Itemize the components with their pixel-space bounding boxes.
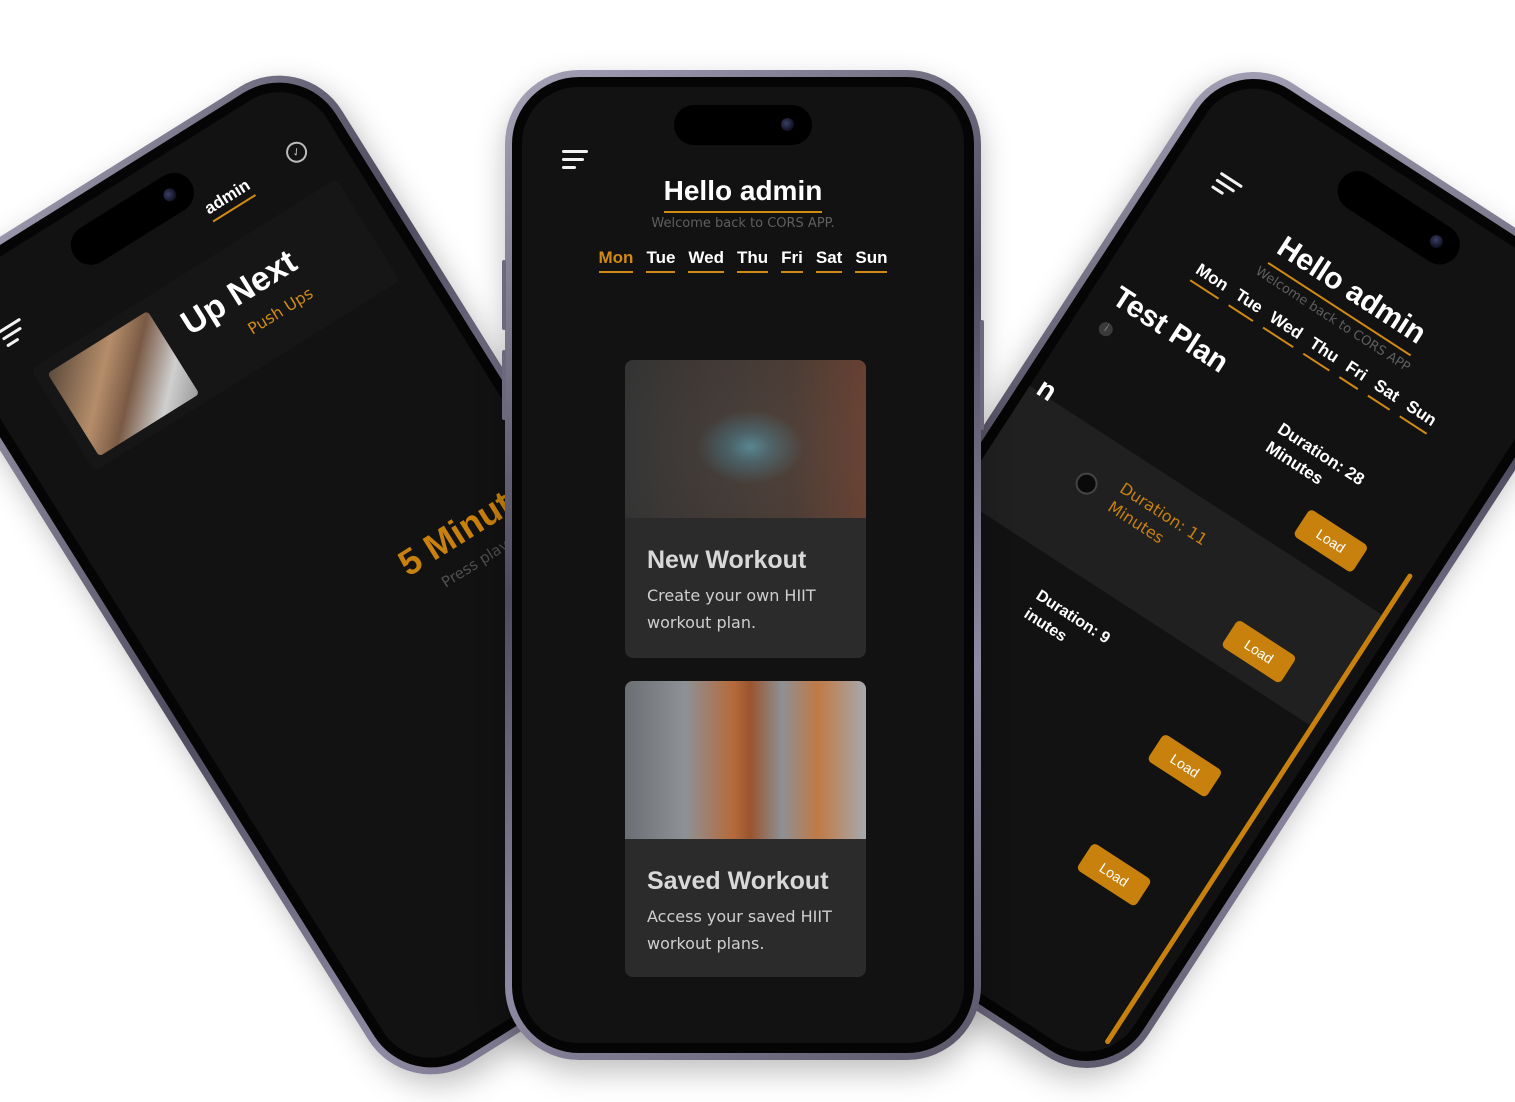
info-icon[interactable]: i (1096, 319, 1116, 339)
plan-duration: Duration: 28 Minutes (1262, 419, 1368, 490)
load-button[interactable]: Load (1075, 842, 1153, 908)
center-phone: Hello admin Welcome back to CORS APP. Mo… (502, 70, 984, 1060)
card-description: Create your own HIIT workout plan. (647, 586, 816, 632)
card-description: Access your saved HIIT workout plans. (647, 907, 832, 953)
greeting-title: Hello admin (522, 175, 964, 213)
new-workout-image (625, 360, 866, 518)
day-tab[interactable]: Wed (1262, 307, 1307, 349)
day-tab-thu[interactable]: Thu (737, 248, 769, 273)
day-tab-wed[interactable]: Wed (688, 248, 724, 273)
day-tab-sat[interactable]: Sat (815, 248, 843, 273)
day-tab-fri[interactable]: Fri (781, 248, 803, 273)
user-name[interactable]: admin (200, 175, 257, 223)
card-title: New Workout (647, 546, 807, 574)
day-tab[interactable]: Sun (1399, 396, 1441, 435)
hamburger-menu-icon[interactable] (562, 150, 590, 172)
saved-workout-image (625, 681, 866, 839)
welcome-subtitle: Welcome back to CORS APP (1252, 264, 1413, 376)
saved-workout-card[interactable]: Saved Workout Access your saved HIIT wor… (625, 681, 866, 977)
day-tab-sun[interactable]: Sun (855, 248, 888, 273)
day-selector: Mon Tue Wed Thu Fri Sat Sun (522, 248, 964, 273)
day-tab[interactable]: Fri (1338, 357, 1371, 390)
day-tab[interactable]: Tue (1228, 285, 1267, 323)
card-title: Saved Workout (647, 867, 829, 895)
load-button[interactable]: Load (1146, 733, 1223, 799)
day-tab-tue[interactable]: Tue (646, 248, 676, 273)
welcome-subtitle: Welcome back to CORS APP. (651, 216, 835, 231)
day-tab[interactable]: Thu (1302, 333, 1343, 372)
center-phone-screen: Hello admin Welcome back to CORS APP. Mo… (522, 87, 964, 1043)
day-tab-mon[interactable]: Mon (598, 248, 634, 273)
day-tab[interactable]: Mon (1189, 259, 1233, 300)
check-circle-icon[interactable]: ✓ (282, 137, 312, 167)
hamburger-menu-icon[interactable] (0, 317, 33, 350)
plan-duration: Duration: 9 inutes (1020, 587, 1113, 648)
day-tab[interactable]: Sat (1367, 375, 1404, 411)
new-workout-card[interactable]: New Workout Create your own HIIT workout… (625, 360, 866, 658)
